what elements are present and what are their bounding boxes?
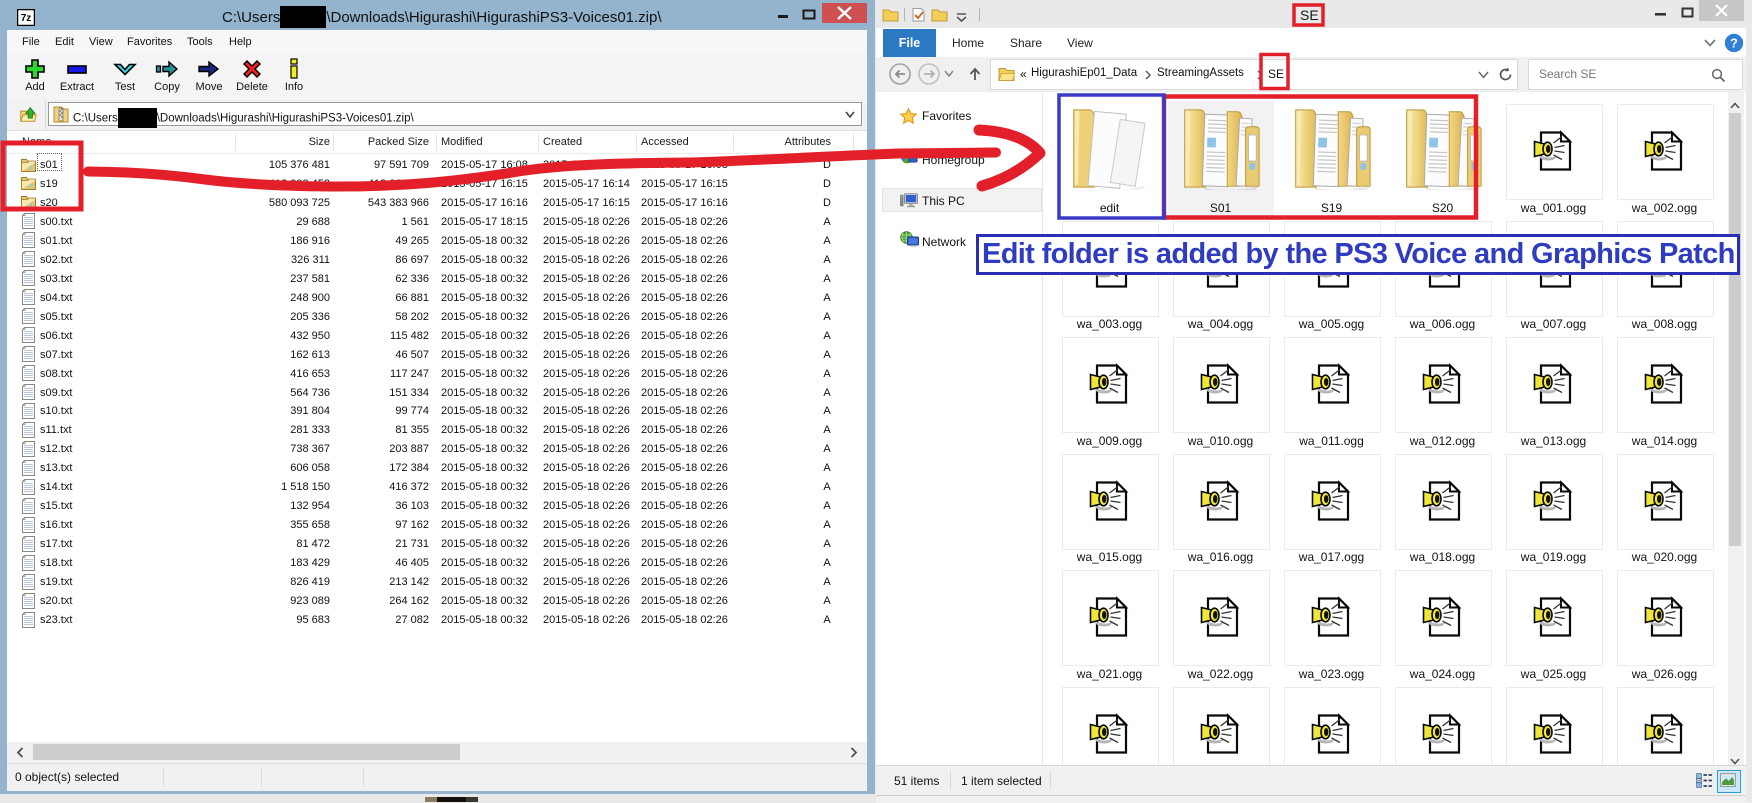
svg-text:7z: 7z — [21, 13, 32, 24]
svg-text:?: ? — [1730, 36, 1738, 51]
